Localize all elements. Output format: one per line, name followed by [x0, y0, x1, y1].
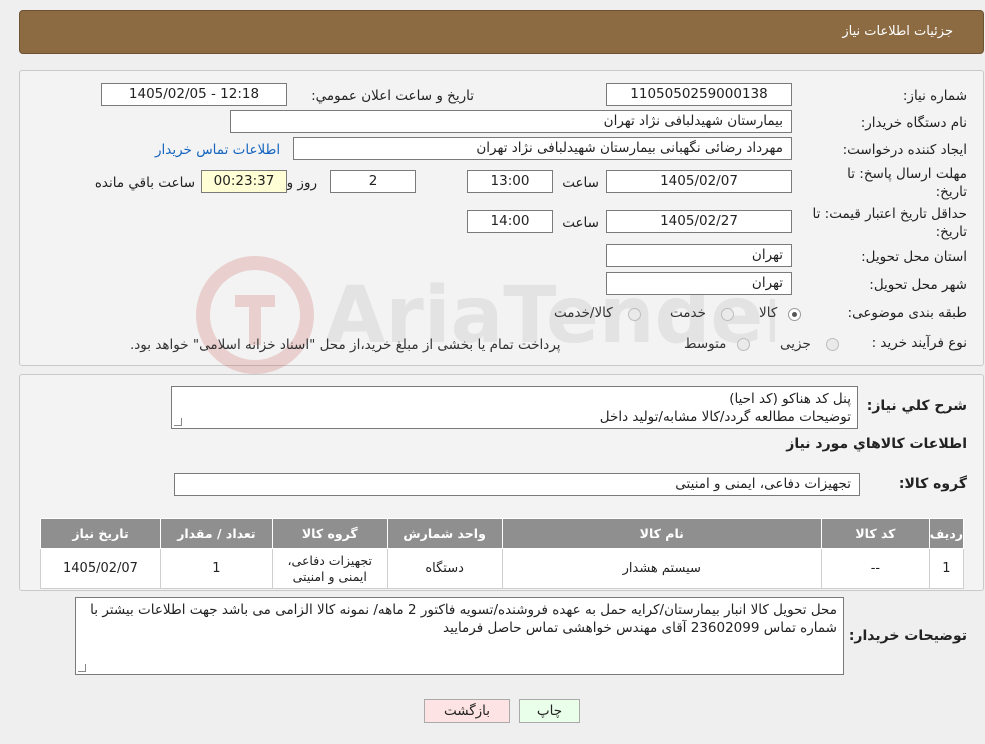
goods-table-header-row: رديف کد کالا نام کالا واحد شمارش گروه کا… [40, 518, 965, 549]
process-type-label: نوع فرآیند خرید : [871, 335, 967, 351]
city-field[interactable]: تهران [606, 272, 792, 295]
col-quantity: تعداد / مقدار [159, 518, 273, 549]
validity-label-date: تاريخ: [935, 224, 967, 240]
requester-field[interactable]: مهرداد رضائی نگهبانی بیمارستان شهیدلبافی… [293, 137, 792, 160]
col-row-number: رديف [928, 518, 965, 549]
validity-time-label: ساعت [562, 215, 599, 231]
back-button[interactable]: بازگشت [424, 699, 510, 723]
category-radio-service[interactable] [721, 308, 734, 321]
cell-goods-code: -- [820, 548, 930, 589]
summary-label: شرح کلي نياز: [866, 398, 967, 414]
deadline-time-label: ساعت [562, 175, 599, 191]
cell-goods-group: تجهیزات دفاعی، ایمنی و امنیتی [271, 548, 388, 589]
summary-line-1: پنل کد هناکو (کد احیا) [729, 391, 851, 407]
summary-textarea[interactable]: پنل کد هناکو (کد احیا) توضیحات مطالعه گر… [171, 386, 858, 429]
category-label: طبقه بندی موضوعی: [847, 305, 967, 321]
process-radio-minor[interactable] [826, 338, 839, 351]
cell-need-date: 1405/02/07 [40, 548, 161, 589]
buyer-contact-link[interactable]: اطلاعات تماس خريدار [155, 142, 280, 158]
buyer-notes-label: توضيحات خريدار: [848, 628, 967, 644]
page-header: جزئيات اطلاعات نياز [19, 10, 984, 54]
province-field[interactable]: تهران [606, 244, 792, 267]
category-radio-goods[interactable] [788, 308, 801, 321]
category-radio-goods-service[interactable] [628, 308, 641, 321]
announce-datetime-field[interactable]: 1405/02/05 - 12:18 [101, 83, 287, 106]
col-goods-name: نام کالا [501, 518, 822, 549]
cell-unit: دستگاه [386, 548, 503, 589]
goods-group-label: گروه کالا: [898, 476, 967, 492]
deadline-label-date: تاريخ: [935, 184, 967, 200]
deadline-label: مهلت ارسال پاسخ: تا [847, 166, 967, 182]
goods-section-title: اطلاعات کالاهاي مورد نياز [786, 436, 967, 452]
resize-handle-icon[interactable] [78, 664, 86, 672]
goods-table: رديف کد کالا نام کالا واحد شمارش گروه کا… [40, 518, 965, 589]
goods-group-field[interactable]: تجهیزات دفاعی، ایمنی و امنیتی [174, 473, 860, 496]
summary-line-2: توضیحات مطالعه گردد/کالا مشابه/تولید داخ… [599, 409, 851, 425]
cell-quantity: 1 [159, 548, 273, 589]
cell-goods-name: سیستم هشدار [501, 548, 822, 589]
buyer-org-label: نام دستگاه خريدار: [860, 115, 967, 131]
need-number-field[interactable]: 1105050259000138 [606, 83, 792, 106]
days-field[interactable]: 2 [330, 170, 416, 193]
category-option-goods: کالا [759, 305, 778, 321]
buyer-notes-textarea[interactable]: محل تحویل کالا انبار بیمارستان/کرایه حمل… [75, 597, 844, 675]
need-number-label: شماره نیاز: [902, 88, 967, 104]
validity-date-field[interactable]: 1405/02/27 [606, 210, 792, 233]
remaining-time-label: ساعت باقي مانده [94, 175, 195, 191]
table-row: 1 -- سیستم هشدار دستگاه تجهیزات دفاعی، ا… [40, 548, 965, 589]
print-button[interactable]: چاپ [519, 699, 580, 723]
requester-label: ايجاد کننده درخواست: [842, 142, 967, 158]
process-option-medium: متوسط [684, 336, 727, 352]
col-need-date: تاريخ نياز [40, 518, 161, 549]
category-option-service: خدمت [670, 305, 706, 321]
city-label: شهر محل تحويل: [869, 277, 967, 293]
col-unit: واحد شمارش [386, 518, 503, 549]
process-option-minor: جزیی [780, 336, 811, 352]
col-goods-code: کد کالا [820, 518, 930, 549]
resize-handle-icon[interactable] [174, 418, 182, 426]
page-title: جزئيات اطلاعات نياز [842, 24, 953, 39]
remaining-time-field: 00:23:37 [201, 170, 287, 193]
goods-table-wrapper: رديف کد کالا نام کالا واحد شمارش گروه کا… [40, 518, 965, 589]
deadline-date-field[interactable]: 1405/02/07 [606, 170, 792, 193]
buyer-org-field[interactable]: بیمارستان شهیدلبافی نژاد تهران [230, 110, 792, 133]
process-radio-medium[interactable] [737, 338, 750, 351]
buyer-notes-text: محل تحویل کالا انبار بیمارستان/کرایه حمل… [90, 602, 837, 636]
validity-label: حداقل تاريخ اعتبار قيمت: تا [812, 206, 967, 222]
category-option-goods-service: کالا/خدمت [554, 305, 613, 321]
days-label: روز و [286, 175, 317, 191]
province-label: استان محل تحويل: [861, 249, 967, 265]
announce-datetime-label: تاريخ و ساعت اعلان عمومي: [311, 88, 474, 104]
cell-row-number: 1 [928, 548, 965, 589]
process-payment-note: پرداخت تمام یا بخشی از مبلغ خرید،از محل … [130, 337, 561, 353]
col-goods-group: گروه کالا [271, 518, 388, 549]
deadline-time-field[interactable]: 13:00 [467, 170, 553, 193]
validity-time-field[interactable]: 14:00 [467, 210, 553, 233]
